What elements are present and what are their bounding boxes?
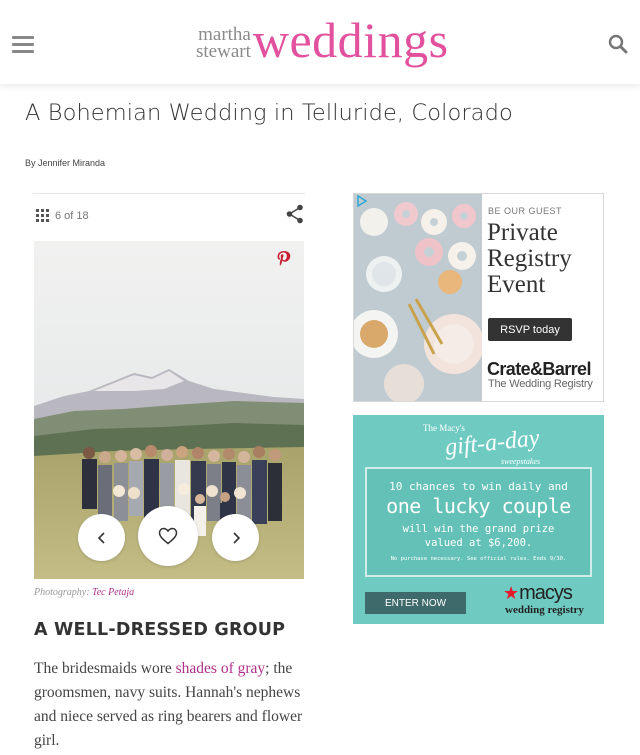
chevron-right-icon xyxy=(232,531,240,544)
share-icon[interactable] xyxy=(286,204,304,224)
crate-barrel-logo: Crate&Barrel xyxy=(487,359,591,379)
slide-counter[interactable]: 6 of 18 xyxy=(36,209,89,222)
gallery-divider xyxy=(33,193,305,194)
slide-counter-text: 6 of 18 xyxy=(55,209,89,222)
byline[interactable]: By Jennifer Miranda xyxy=(25,158,105,168)
photo-credit: Photography: Tec Petaja xyxy=(34,587,134,598)
ad2-offer-line2: one lucky couple xyxy=(386,494,571,518)
logo-line-stewart: stewart xyxy=(196,41,251,62)
slide-caption: The bridesmaids wore shades of gray; the… xyxy=(34,657,314,753)
macys-logo-sub: wedding registry xyxy=(505,604,584,616)
ad-photo-donuts xyxy=(354,194,482,401)
next-slide-button[interactable] xyxy=(212,514,259,561)
crate-barrel-ad[interactable]: BE OUR GUEST Private Registry Event RSVP… xyxy=(353,193,604,402)
shades-of-gray-link[interactable]: shades of gray xyxy=(176,660,266,677)
pinterest-icon[interactable] xyxy=(276,250,292,268)
ad2-offer-line3: will win the grand prize valued at $6,20… xyxy=(367,522,590,550)
logo-weddings: weddings xyxy=(252,12,449,68)
crate-barrel-tagline: The Wedding Registry xyxy=(488,378,593,390)
article-title: A Bohemian Wedding in Telluride, Colorad… xyxy=(25,100,513,126)
ad1-headline: Private Registry Event xyxy=(487,220,572,298)
site-header: martha stewart weddings xyxy=(0,0,640,84)
photo-credit-label: Photography: xyxy=(34,587,90,598)
macys-logo-text: macys xyxy=(519,582,573,604)
enter-now-button[interactable]: ENTER NOW xyxy=(365,592,466,614)
previous-slide-button[interactable] xyxy=(78,514,125,561)
ad2-fine-print: No purchase necessary. See official rule… xyxy=(390,556,567,562)
ad-choices-icon[interactable] xyxy=(356,195,368,207)
ad1-headline-line: Registry xyxy=(487,245,572,272)
chevron-left-icon xyxy=(97,531,105,544)
hamburger-menu-icon[interactable] xyxy=(12,36,34,54)
ad1-eyebrow: BE OUR GUEST xyxy=(488,206,563,216)
star-icon: ★ xyxy=(503,583,519,603)
rsvp-today-button[interactable]: RSVP today xyxy=(488,318,572,341)
ad2-offer-box: 10 chances to win daily and one lucky co… xyxy=(365,467,592,577)
ad1-headline-line: Event xyxy=(487,271,546,298)
macys-logo: ★macys xyxy=(503,582,573,605)
ad2-offer-line1: 10 chances to win daily and xyxy=(389,480,568,493)
ad2-subtitle: sweepstakes xyxy=(501,457,541,466)
ad2-offer-line3a: will win the grand prize xyxy=(402,523,555,535)
slide-heading: A WELL-DRESSED GROUP xyxy=(34,620,286,640)
search-icon[interactable] xyxy=(608,34,628,54)
ad2-offer-line3b: valued at $6,200. xyxy=(424,537,533,549)
ad2-top-text: The Macy's xyxy=(423,423,465,433)
heart-icon xyxy=(158,527,178,545)
favorite-button[interactable] xyxy=(138,506,198,566)
photo-credit-name[interactable]: Tec Petaja xyxy=(92,587,134,598)
logo-martha-stewart: martha stewart xyxy=(196,25,251,62)
ad1-headline-line: Private xyxy=(487,219,558,246)
caption-text-start: The bridesmaids wore xyxy=(34,660,176,677)
grid-icon[interactable] xyxy=(36,209,49,222)
macys-ad[interactable]: The Macy's gift-a-day sweepstakes 10 cha… xyxy=(353,415,604,624)
site-logo[interactable]: martha stewart weddings xyxy=(196,12,449,68)
